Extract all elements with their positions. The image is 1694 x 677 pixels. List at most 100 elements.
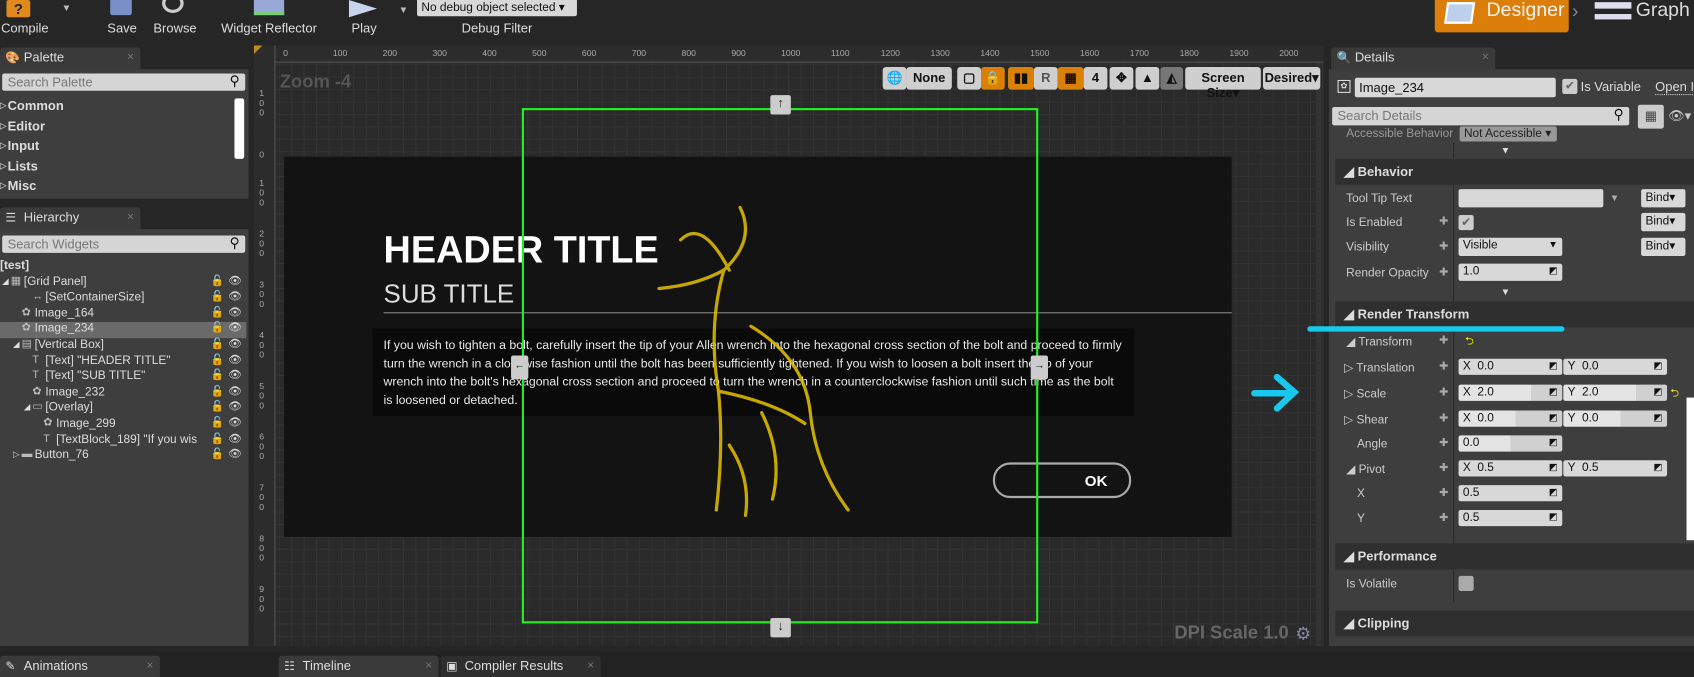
culture-select[interactable]: None <box>906 66 952 90</box>
visibility-select[interactable]: Visible ▼ <box>1458 237 1563 257</box>
pivot-x-sub-input[interactable]: 0.5 ◩ <box>1458 485 1563 502</box>
palette-category[interactable]: ▷ Common <box>0 98 64 113</box>
scale-y-input[interactable]: Y 2.0 ◩ <box>1563 384 1668 401</box>
pivot-y-sub-input[interactable]: 0.5 ◩ <box>1458 509 1563 527</box>
palette-scrollbar[interactable] <box>234 98 245 159</box>
open-in-link[interactable]: Open In <box>1655 79 1694 96</box>
translation-y-input[interactable]: Y 0.0 ◩ <box>1563 358 1668 375</box>
tooltip-bind-button[interactable]: Bind▾ <box>1641 189 1686 208</box>
close-icon[interactable]: × <box>1482 51 1489 64</box>
browse-button[interactable]: Browse <box>149 0 201 41</box>
eye-icon[interactable]: 👁 <box>228 338 242 350</box>
palette-category[interactable]: ▷ Lists <box>0 158 38 173</box>
is-enabled-bind-button[interactable]: Bind▾ <box>1641 212 1686 232</box>
lock-icon[interactable]: 🔓 <box>211 307 224 319</box>
grid-snap-toggle[interactable]: ▦ <box>1057 66 1084 90</box>
eye-icon[interactable]: 👁 <box>228 275 242 287</box>
eye-icon[interactable]: 👁 <box>228 449 242 461</box>
widget-name-input[interactable]: Image_234 <box>1354 77 1556 98</box>
palette-category[interactable]: ▷ Input <box>0 138 39 153</box>
eye-icon[interactable]: 👁 <box>228 291 242 303</box>
save-button[interactable]: Save <box>103 0 142 41</box>
resize-handle-top[interactable]: ↑ <box>770 95 791 115</box>
eye-icon[interactable]: 👁 <box>228 433 242 445</box>
angle-input[interactable]: 0.0 ◩ <box>1458 435 1563 452</box>
translation-x-input[interactable]: X 0.0 ◩ <box>1458 358 1563 375</box>
graph-mode-button[interactable]: Graph <box>1590 0 1694 32</box>
hierarchy-item[interactable]: ✿ Image_164 🔓 👁 <box>0 307 246 323</box>
section-clipping[interactable]: ◢ Clipping <box>1335 610 1694 637</box>
is-volatile-checkbox[interactable] <box>1458 575 1474 591</box>
lock-icon[interactable]: 🔓 <box>211 338 224 350</box>
section-render-transform[interactable]: ◢ Render Transform <box>1335 301 1694 328</box>
section-performance[interactable]: ◢ Performance <box>1335 543 1694 570</box>
lock-toggle[interactable]: 🔒 <box>981 66 1005 90</box>
eye-icon[interactable]: 👁 <box>228 307 242 319</box>
hierarchy-search-input[interactable]: Search Widgets ⚲ <box>2 234 246 253</box>
is-variable-checkbox[interactable]: ✔ <box>1562 78 1578 94</box>
debug-object-select[interactable]: No debug object selected ▾ <box>417 0 577 17</box>
hierarchy-item[interactable]: ✿ Image_234 🔓 👁 <box>0 322 247 339</box>
eye-icon[interactable]: 👁 <box>228 322 242 334</box>
hierarchy-item[interactable]: ↔ [SetContainerSize] 🔓 👁 <box>0 291 246 307</box>
compile-dropdown-icon[interactable]: ▼ <box>62 2 72 13</box>
layout-toggle[interactable]: ▮▮ <box>1008 66 1034 90</box>
hierarchy-item[interactable]: ◢[test] <box>0 259 246 275</box>
background-toggle[interactable]: ▲ <box>1135 66 1160 90</box>
lock-icon[interactable]: 🔓 <box>211 401 224 413</box>
section-behavior[interactable]: ◢ Behavior <box>1335 158 1694 185</box>
hierarchy-item[interactable]: ▷ ▬ Button_76 🔓 👁 <box>0 449 246 465</box>
tab-animations[interactable]: ✎ Animations × <box>0 655 160 677</box>
reset-to-default-icon[interactable]: ⮌ <box>1670 386 1679 404</box>
lock-icon[interactable]: 🔓 <box>211 322 224 334</box>
widget-reflector-button[interactable]: Widget Reflector <box>219 0 318 41</box>
render-opacity-input[interactable]: 1.0 ◩ <box>1458 263 1563 281</box>
reset-to-default-icon[interactable]: ⮌ <box>1465 334 1474 352</box>
hierarchy-item[interactable]: ◢ ▤ [Vertical Box] 🔓 👁 <box>0 338 246 354</box>
close-icon[interactable]: × <box>146 659 153 672</box>
canvas-scrollbar[interactable] <box>1315 62 1322 647</box>
close-icon[interactable]: × <box>127 51 134 64</box>
expand-arrow-icon[interactable]: ▷ <box>13 450 20 460</box>
hierarchy-item[interactable]: ✿ Image_232 🔓 👁 <box>0 385 246 401</box>
expand-arrow-icon[interactable]: ◢ <box>24 402 31 412</box>
visibility-filter-eye-icon[interactable]: 👁▾ <box>1668 108 1691 123</box>
hierarchy-item[interactable]: ✿ Image_299 🔓 👁 <box>0 417 246 433</box>
lock-icon[interactable]: 🔓 <box>211 354 224 366</box>
eye-icon[interactable]: 👁 <box>228 417 242 429</box>
tab-timeline[interactable]: ☷ Timeline × <box>278 655 439 677</box>
tooltip-dropdown-icon[interactable]: ▼ <box>1610 192 1620 203</box>
sub-title-text[interactable]: SUB TITLE <box>384 280 515 310</box>
lock-icon[interactable]: 🔓 <box>211 385 224 397</box>
dpi-settings-gear-icon[interactable]: ⚙ <box>1295 623 1310 645</box>
hierarchy-item[interactable]: T [Text] "HEADER TITLE" 🔓 👁 <box>0 354 246 370</box>
scale-x-input[interactable]: X 2.0 ◩ <box>1458 384 1563 401</box>
visibility-bind-button[interactable]: Bind▾ <box>1641 237 1686 257</box>
property-matrix-button[interactable]: ▦ <box>1637 104 1664 129</box>
lock-icon[interactable]: 🔓 <box>211 291 224 303</box>
hierarchy-item[interactable]: T [TextBlock_189] "If you wis 🔓 👁 <box>0 433 246 449</box>
tab-compiler-results[interactable]: ▣ Compiler Results × <box>440 655 601 677</box>
resize-handle-left[interactable]: ← <box>511 355 529 380</box>
tab-hierarchy[interactable]: ☰ Hierarchy × <box>0 207 141 230</box>
play-dropdown-icon[interactable]: ▼ <box>399 4 409 15</box>
expand-advanced-icon[interactable]: ▼ <box>1501 145 1511 156</box>
shear-x-input[interactable]: X 0.0 ◩ <box>1458 410 1563 427</box>
lock-icon[interactable]: 🔓 <box>211 370 224 382</box>
hierarchy-item[interactable]: T [Text] "SUB TITLE" 🔓 👁 <box>0 370 246 386</box>
tooltip-text-input[interactable] <box>1458 189 1604 208</box>
hierarchy-item[interactable]: ◢ ▦ [Grid Panel] 🔓 👁 <box>0 275 246 291</box>
eye-icon[interactable]: 👁 <box>228 385 242 397</box>
eye-icon[interactable]: 👁 <box>228 401 242 413</box>
flip-toggle[interactable]: ◭ <box>1160 66 1184 90</box>
lock-icon[interactable]: 🔓 <box>211 275 224 287</box>
lock-icon[interactable]: 🔓 <box>211 417 224 429</box>
designer-mode-button[interactable]: Designer <box>1434 0 1569 33</box>
expand-arrow-icon[interactable]: ◢ <box>2 276 9 286</box>
play-button[interactable]: Play <box>340 0 388 41</box>
hierarchy-item[interactable]: ◢ ▭ [Overlay] 🔓 👁 <box>0 401 246 417</box>
accessible-behavior-select[interactable]: Not Accessible ▾ <box>1459 126 1557 142</box>
is-enabled-checkbox[interactable]: ✔ <box>1458 214 1474 231</box>
eye-icon[interactable]: 👁 <box>228 354 242 366</box>
palette-search-input[interactable]: Search Palette ⚲ <box>2 72 246 91</box>
